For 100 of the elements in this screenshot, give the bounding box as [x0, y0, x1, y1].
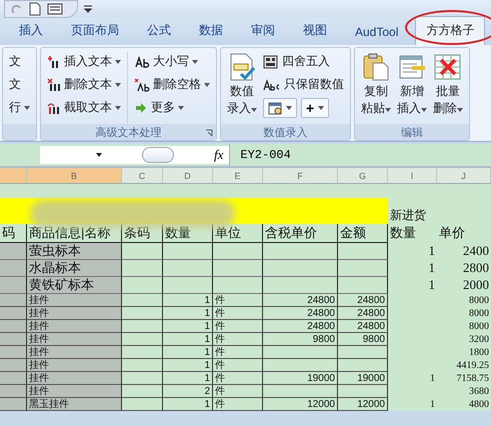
table-cell: 24800 — [263, 320, 338, 333]
ribbon-tab[interactable]: 方方格子 — [415, 16, 486, 45]
calculator-icon — [263, 54, 279, 68]
table-cell: 12000 — [338, 398, 388, 411]
ribbon-button[interactable]: 删除空格 — [134, 75, 210, 94]
table-cell: 12000 — [263, 398, 338, 411]
ribbon-button[interactable]: 新增 插入 — [397, 52, 427, 116]
column-header[interactable]: C — [122, 168, 163, 184]
table-cell: 件 — [213, 398, 263, 411]
table-cell — [122, 277, 163, 294]
ribbon-button[interactable]: 插入文本 — [47, 52, 121, 71]
table-cell: 1 — [163, 294, 213, 307]
ribbon-button[interactable]: 复制 粘贴 — [361, 52, 391, 116]
ribbon-tab[interactable]: 审阅 — [240, 16, 286, 45]
table-cell: 件 — [213, 359, 263, 372]
insert-function-button[interactable]: fx — [214, 147, 224, 163]
column-header[interactable]: F — [263, 168, 338, 184]
table-cell: 件 — [213, 320, 263, 333]
table-cell: 1 — [163, 307, 213, 320]
ribbon-tab[interactable]: 插入 — [8, 16, 54, 45]
arrow-icon — [134, 100, 148, 114]
dialog-launcher-icon[interactable] — [205, 129, 213, 137]
formula-field[interactable]: EY2-004 — [229, 144, 491, 166]
table-cell: 水晶标本 — [27, 260, 122, 277]
table-cell — [122, 307, 163, 320]
ribbon-tab[interactable]: AudTool — [344, 19, 410, 45]
table-cell — [0, 243, 27, 260]
ribbon-tab[interactable]: 视图 — [292, 16, 338, 45]
customize-toolbar-icon[interactable] — [84, 5, 92, 13]
table-cell: 1 — [163, 359, 213, 372]
group-title: 高级文本处理 — [96, 126, 162, 140]
table-cell: 挂件 — [27, 294, 122, 307]
dropdown-caret-icon[interactable] — [96, 153, 102, 157]
new-document-icon[interactable] — [29, 2, 41, 16]
ribbon-tab[interactable]: 公式 — [136, 16, 182, 45]
ribbon-button[interactable]: 数值 录入 — [227, 52, 257, 116]
table-cell — [122, 260, 163, 277]
table-cell-text: 2000 — [462, 277, 490, 293]
table-cell-text: 1 — [428, 277, 436, 293]
table-cell: 黄铁矿标本 — [27, 277, 122, 294]
table-cell: 1 — [163, 398, 213, 411]
ribbon-button[interactable]: 截取文本 — [47, 98, 121, 117]
column-header[interactable]: D — [163, 168, 213, 184]
table-cell — [0, 320, 27, 333]
table-cell — [213, 243, 263, 260]
table-cell: 含税单价 — [263, 224, 338, 243]
table-cell: 1 — [163, 320, 213, 333]
table-cell: 黑玉挂件 — [27, 398, 122, 411]
group-title: 编辑 — [401, 126, 423, 140]
ribbon-button[interactable]: 四舍五入 — [263, 52, 344, 71]
table-cell — [0, 294, 27, 307]
ribbon-button[interactable]: 行 — [9, 98, 30, 117]
delete-text-icon — [47, 78, 61, 92]
table-cell: 件 — [213, 307, 263, 320]
table-cell: 萤虫标本 — [27, 243, 122, 260]
table-cell-text: 单价 — [438, 224, 466, 242]
operator-dropdown[interactable]: + — [301, 98, 330, 118]
column-header[interactable]: J — [437, 168, 491, 184]
table-cell: 1 — [163, 346, 213, 359]
table-cell-text: 4800 — [468, 398, 490, 410]
table-cell — [0, 198, 27, 224]
table-cell — [122, 398, 163, 411]
table-cell-text: 8000 — [468, 307, 490, 319]
table-cell: 挂件 — [27, 320, 122, 333]
table-cell — [213, 277, 263, 294]
table-cell-text: 1 — [429, 398, 436, 410]
table-cell — [122, 333, 163, 346]
clipboard-icon — [361, 52, 391, 82]
ribbon-tab[interactable]: 页面布局 — [60, 16, 130, 45]
table-cell — [0, 359, 27, 372]
format-dropdown[interactable] — [263, 98, 297, 118]
ribbon-button[interactable]: 更多 — [134, 98, 210, 117]
form-icon[interactable] — [47, 3, 63, 15]
table-cell: 件 — [213, 385, 263, 398]
table-cell — [0, 385, 27, 398]
ribbon-button[interactable]: 批量 删除 — [433, 52, 463, 116]
table-cell: 24800 — [338, 294, 388, 307]
table-cell: 件 — [213, 372, 263, 385]
table-cell — [0, 260, 27, 277]
ribbon-button[interactable]: 删除文本 — [47, 75, 121, 94]
column-header[interactable]: E — [213, 168, 263, 184]
table-cell — [213, 260, 263, 277]
dropdown-caret-icon — [318, 106, 324, 110]
ribbon-button[interactable]: 文 — [9, 75, 30, 94]
ribbon-button[interactable]: 大小写 — [134, 52, 210, 71]
insert-text-icon — [47, 54, 61, 68]
ribbon-tab[interactable]: 数据 — [188, 16, 234, 45]
table-cell-text: 1800 — [468, 346, 490, 358]
table-cell-text: 4419.25 — [456, 359, 490, 371]
extract-text-icon — [47, 100, 61, 114]
ribbon-button[interactable]: 只保留数值 — [263, 75, 344, 94]
column-header[interactable]: G — [338, 168, 388, 184]
table-cell-text: 新进货 — [389, 207, 427, 224]
table-cell — [0, 307, 27, 320]
column-header[interactable]: B — [27, 168, 122, 184]
table-cell: 挂件 — [27, 307, 122, 320]
column-header[interactable]: I — [388, 168, 437, 184]
table-cell — [0, 398, 27, 411]
ribbon-button[interactable]: 文 — [9, 52, 30, 71]
table-cell: 1 — [163, 333, 213, 346]
